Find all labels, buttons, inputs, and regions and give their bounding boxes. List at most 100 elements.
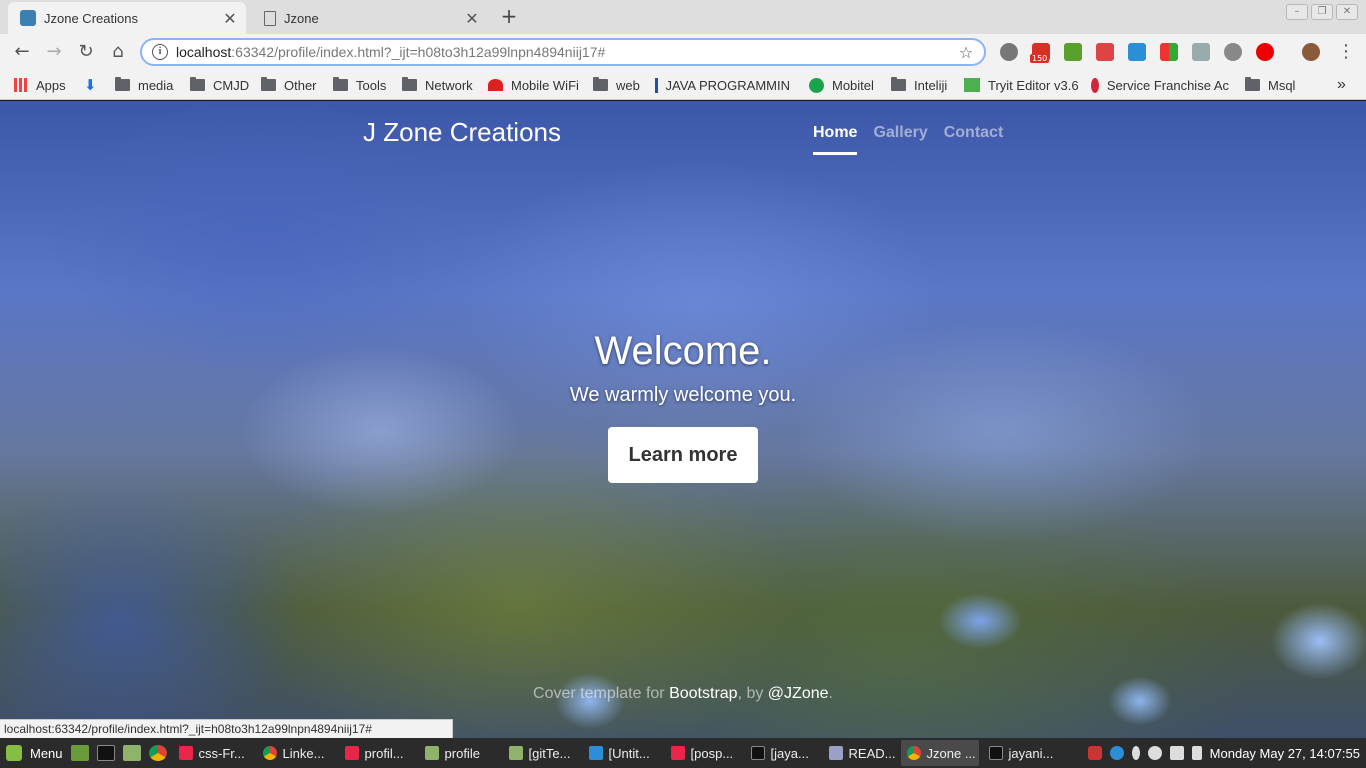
- bookmark-label: Other: [284, 77, 317, 93]
- task-item[interactable]: [jaya...: [745, 740, 819, 766]
- task-label: profile: [444, 745, 480, 761]
- task-label: [jaya...: [770, 745, 809, 761]
- bookmark-service-franchise[interactable]: Service Franchise Ac: [1091, 76, 1229, 94]
- folder-icon: [508, 746, 523, 760]
- home-icon[interactable]: ⌂: [106, 40, 130, 64]
- gmail-badge: 150: [1030, 54, 1050, 63]
- info-icon[interactable]: i: [152, 44, 168, 60]
- bookmark-folder-other[interactable]: Other: [261, 76, 317, 94]
- maximize-icon[interactable]: ❐: [1311, 4, 1333, 20]
- task-item[interactable]: [gitTe...: [503, 740, 579, 766]
- close-tab-icon[interactable]: ✕: [462, 9, 482, 28]
- address-bar[interactable]: i localhost:63342/profile/index.html?_ij…: [140, 38, 986, 66]
- task-item[interactable]: READ...: [823, 740, 897, 766]
- bookmark-tryit-editor[interactable]: Tryit Editor v3.6: [964, 76, 1079, 94]
- reload-icon[interactable]: ↻: [74, 40, 98, 64]
- show-desktop-icon[interactable]: [69, 738, 91, 768]
- bookmark-apps[interactable]: Apps: [14, 76, 66, 94]
- download-extension-icon[interactable]: [1064, 43, 1082, 61]
- task-label: READ...: [848, 745, 896, 761]
- bookmark-mobitel[interactable]: Mobitel: [809, 76, 874, 94]
- bookmark-folder-cmjd[interactable]: CMJD: [190, 76, 249, 94]
- service-icon: [1091, 77, 1099, 93]
- huawei-icon: [488, 79, 503, 91]
- bluetooth-icon[interactable]: [1131, 746, 1140, 760]
- bookmark-label: Tryit Editor v3.6: [988, 77, 1079, 93]
- tab-jzone[interactable]: Jzone ✕: [250, 2, 488, 34]
- bookmark-folder-network[interactable]: Network: [402, 76, 473, 94]
- bookmark-folder-tools[interactable]: Tools: [333, 76, 386, 94]
- task-item[interactable]: [Untit...: [583, 740, 661, 766]
- minimize-icon[interactable]: –: [1286, 4, 1308, 20]
- task-item[interactable]: Linke...: [257, 740, 335, 766]
- extension-icon[interactable]: [1000, 43, 1018, 61]
- nav-home[interactable]: Home: [813, 124, 858, 155]
- status-bar-url: localhost:63342/profile/index.html?_ijt=…: [0, 719, 453, 738]
- learn-more-button[interactable]: Learn more: [608, 427, 758, 483]
- bookmark-folder-media[interactable]: media: [115, 76, 173, 94]
- tab-title: Jzone: [284, 10, 319, 26]
- stop-icon[interactable]: [1256, 43, 1274, 61]
- page-viewport: J Zone Creations Home Gallery Contact We…: [0, 101, 1366, 738]
- page-favicon-icon: [20, 10, 36, 26]
- bookmark-label: Service Franchise Ac: [1106, 77, 1229, 93]
- bookmark-folder-inteliji[interactable]: Inteliji: [891, 76, 947, 94]
- tab-strip: Jzone Creations ✕ Jzone ✕ + – ❐ ✕: [0, 0, 1366, 34]
- shield-icon[interactable]: [1087, 746, 1102, 760]
- nav-gallery[interactable]: Gallery: [873, 124, 927, 155]
- jzone-link[interactable]: @JZone: [768, 685, 829, 702]
- extension-icon[interactable]: [1096, 43, 1114, 61]
- downloads-arrow-icon[interactable]: ⬇: [84, 76, 97, 94]
- folder-icon: [190, 77, 205, 91]
- close-tab-icon[interactable]: ✕: [220, 9, 240, 28]
- chrome-icon[interactable]: [147, 738, 169, 768]
- bookmark-label: CMJD: [213, 77, 250, 93]
- extension-icon[interactable]: [1128, 43, 1146, 61]
- task-item[interactable]: Jzone ...: [900, 740, 979, 766]
- forward-arrow-icon[interactable]: →: [42, 40, 66, 64]
- bookmark-star-icon[interactable]: ☆: [954, 43, 978, 62]
- bookmark-folder-web[interactable]: web: [593, 76, 640, 94]
- network-icon[interactable]: [1169, 746, 1184, 760]
- bookmark-label: media: [138, 77, 174, 93]
- extension-icon[interactable]: [1192, 43, 1210, 61]
- task-item[interactable]: profile: [419, 740, 499, 766]
- document-icon: [264, 10, 276, 26]
- close-window-icon[interactable]: ✕: [1336, 4, 1358, 20]
- user-icon[interactable]: [1147, 746, 1162, 760]
- bookmark-label: Apps: [36, 77, 66, 93]
- clock[interactable]: Monday May 27, 14:07:55: [1210, 746, 1360, 761]
- terminal-icon[interactable]: [95, 738, 117, 768]
- task-item[interactable]: jayani...: [983, 740, 1055, 766]
- site-brand[interactable]: J Zone Creations: [363, 117, 561, 148]
- bookmarks-overflow-button[interactable]: »: [1337, 76, 1346, 94]
- task-item[interactable]: css-Fr...: [173, 740, 253, 766]
- site-nav: Home Gallery Contact: [813, 124, 1003, 155]
- clipboard-icon[interactable]: [1191, 746, 1202, 760]
- bookmark-java-programming[interactable]: JAVA PROGRAMMIN: [655, 76, 790, 94]
- tab-title: Jzone Creations: [44, 10, 138, 26]
- url-text[interactable]: localhost:63342/profile/index.html?_ijt=…: [176, 44, 954, 60]
- tab-jzone-creations[interactable]: Jzone Creations ✕: [8, 2, 246, 34]
- bookmark-folder-msql[interactable]: Msql: [1245, 76, 1295, 94]
- bookmarks-bar: Apps ⬇ media CMJD Other Tools Network Mo…: [0, 70, 1366, 100]
- avatar[interactable]: [1302, 43, 1320, 61]
- teamviewer-icon[interactable]: [1109, 746, 1124, 760]
- intellij-icon: [670, 746, 685, 760]
- intellij-icon: [344, 746, 359, 760]
- nav-contact[interactable]: Contact: [944, 124, 1004, 155]
- start-menu-button[interactable]: Menu: [0, 738, 69, 768]
- bookmark-mobile-wifi[interactable]: Mobile WiFi: [488, 76, 579, 94]
- bootstrap-link[interactable]: Bootstrap: [669, 685, 737, 702]
- menu-dots-icon[interactable]: ⋮: [1334, 40, 1358, 64]
- task-item[interactable]: profil...: [339, 740, 415, 766]
- recycle-icon[interactable]: [1224, 43, 1242, 61]
- bookmark-label: Msql: [1268, 77, 1296, 93]
- new-tab-button[interactable]: +: [498, 6, 520, 28]
- mobitel-icon: [809, 77, 824, 93]
- task-item[interactable]: [posp...: [665, 740, 741, 766]
- back-arrow-icon[interactable]: ←: [10, 40, 34, 64]
- files-icon[interactable]: [121, 738, 143, 768]
- bookmark-label: Tools: [356, 77, 387, 93]
- extension-icon[interactable]: [1160, 43, 1178, 61]
